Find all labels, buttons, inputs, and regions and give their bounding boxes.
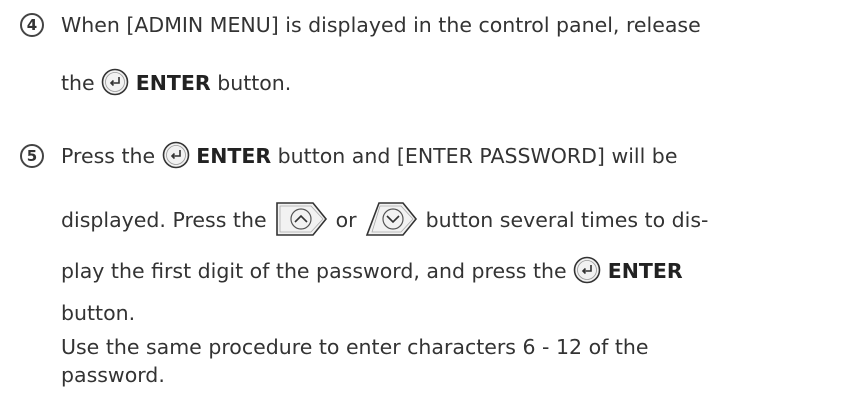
step-5-line-4: button.	[61, 300, 135, 326]
step-5-text-6: password.	[61, 363, 165, 387]
step-4-line-1: When [ADMIN MENU] is displayed in the co…	[61, 12, 701, 38]
step-5-text-2-pre: displayed. Press the	[61, 208, 267, 232]
step-5-text-5: Use the same procedure to enter characte…	[61, 335, 649, 359]
step-5-text-4: button.	[61, 301, 136, 325]
step-5-text-2-post: button several times to dis-	[425, 208, 709, 232]
step-5-text-1-post: button and [ENTER PASSWORD] will be	[277, 144, 678, 168]
step-5-line-3: play the first digit of the password, an…	[61, 256, 683, 284]
step-4-text-2-post: button.	[217, 71, 292, 95]
enter-button-icon	[573, 256, 601, 284]
step-5-text-1-pre: Press the	[61, 144, 156, 168]
enter-label: ENTER	[607, 259, 683, 283]
enter-label: ENTER	[196, 144, 272, 168]
step-5-line-5: Use the same procedure to enter characte…	[61, 334, 649, 360]
step-4-text-1: When [ADMIN MENU] is displayed in the co…	[61, 13, 701, 37]
step-5-text-3-pre: play the first digit of the password, an…	[61, 259, 567, 283]
up-arrow-button-icon	[273, 199, 329, 239]
enter-button-icon	[162, 141, 190, 169]
enter-button-icon	[101, 68, 129, 96]
step-5-text-2-mid: or	[335, 208, 357, 232]
step-5-line-6: password.	[61, 362, 165, 388]
enter-label: ENTER	[135, 71, 211, 95]
down-arrow-button-icon	[363, 199, 419, 239]
step-number-5: 5	[20, 144, 44, 168]
step-5-line-2: displayed. Press the or button several t…	[61, 201, 708, 236]
step-4-text-2-pre: the	[61, 71, 95, 95]
step-number-4: 4	[20, 13, 44, 37]
step-5-line-1: Press the ENTER button and [ENTER PASSWO…	[61, 141, 678, 169]
step-4-line-2: the ENTER button.	[61, 68, 292, 96]
